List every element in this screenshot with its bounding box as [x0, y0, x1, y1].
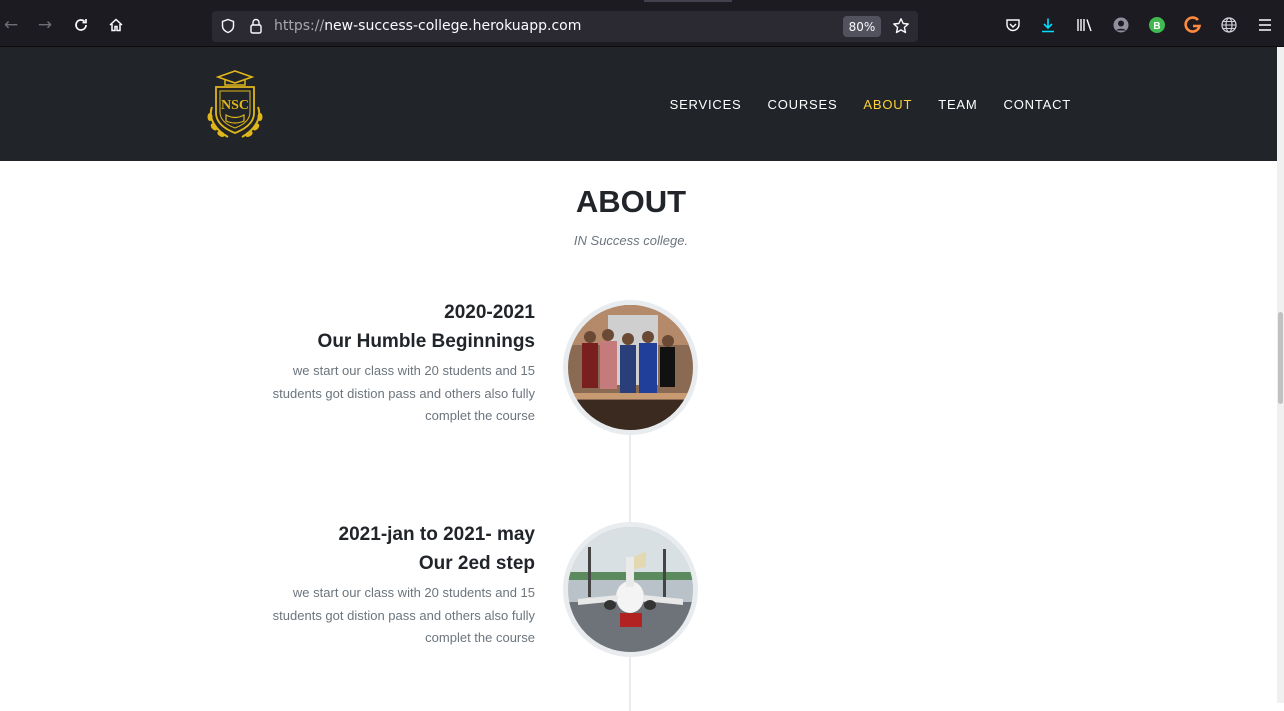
account-icon[interactable] [1111, 15, 1131, 35]
logo-lettering: NSC [221, 98, 249, 113]
extension-profile-icon[interactable]: B [1147, 15, 1167, 35]
timeline-body: we start our class with 20 students and … [272, 585, 535, 645]
tab-indicator [644, 0, 732, 2]
forward-arrow-icon[interactable]: → [34, 14, 56, 36]
svg-text:B: B [1153, 21, 1160, 32]
bookmark-star-icon[interactable] [891, 16, 911, 36]
hamburger-menu-icon[interactable] [1255, 15, 1275, 35]
reload-icon[interactable] [70, 14, 92, 36]
extension-g-icon[interactable] [1183, 15, 1203, 35]
nav-link-courses[interactable]: COURSES [768, 97, 838, 112]
college-logo[interactable]: NSC [204, 69, 266, 143]
back-arrow-icon[interactable]: ← [0, 14, 22, 36]
zoom-level-button[interactable]: 80% [843, 16, 881, 37]
url-protocol: https:// [274, 18, 325, 34]
nav-link-contact[interactable]: CONTACT [1004, 97, 1071, 112]
lock-icon[interactable] [246, 16, 266, 36]
page-scrollbar[interactable] [1277, 47, 1284, 703]
timeline-heading: Our 2ed step [418, 553, 535, 574]
shield-icon[interactable] [218, 16, 238, 36]
home-icon[interactable] [105, 14, 127, 36]
timeline-heading: Our Humble Beginnings [317, 331, 535, 352]
timeline-text: 2021-jan to 2021- may Our 2ed step we st… [255, 520, 535, 650]
globe-icon[interactable] [1219, 15, 1239, 35]
airplane-photo-image [563, 522, 698, 657]
scrollbar-thumb[interactable] [1278, 312, 1283, 404]
section-title: ABOUT [575, 184, 687, 219]
url-host: new-success-college.herokuapp.com [324, 18, 582, 34]
address-bar[interactable]: https://new-success-college.herokuapp.co… [212, 11, 918, 42]
download-icon[interactable] [1038, 15, 1058, 35]
library-icon[interactable] [1075, 15, 1095, 35]
nav-link-services[interactable]: SERVICES [670, 97, 742, 112]
timeline-body: we start our class with 20 students and … [272, 363, 535, 423]
group-photo-image [563, 300, 698, 435]
timeline-year: 2021-jan to 2021- may [338, 524, 535, 545]
nav-link-team[interactable]: TEAM [938, 97, 977, 112]
browser-toolbar: ← → https://new-success-college.herokuap… [0, 0, 1284, 47]
site-navbar: NSC SERVICES COURSES ABOUT TEAM CONTACT [0, 47, 1277, 161]
section-subtitle: IN Success college. [573, 233, 689, 248]
about-section: ABOUT IN Success college. 2020-2021 Our … [0, 161, 1277, 711]
url-text[interactable]: https://new-success-college.herokuapp.co… [274, 18, 581, 34]
timeline-text: 2020-2021 Our Humble Beginnings we start… [255, 298, 535, 428]
main-nav: SERVICES COURSES ABOUT TEAM CONTACT [644, 97, 1071, 112]
timeline-year: 2020-2021 [444, 302, 535, 323]
nav-link-about[interactable]: ABOUT [863, 97, 912, 112]
pocket-icon[interactable] [1003, 15, 1023, 35]
